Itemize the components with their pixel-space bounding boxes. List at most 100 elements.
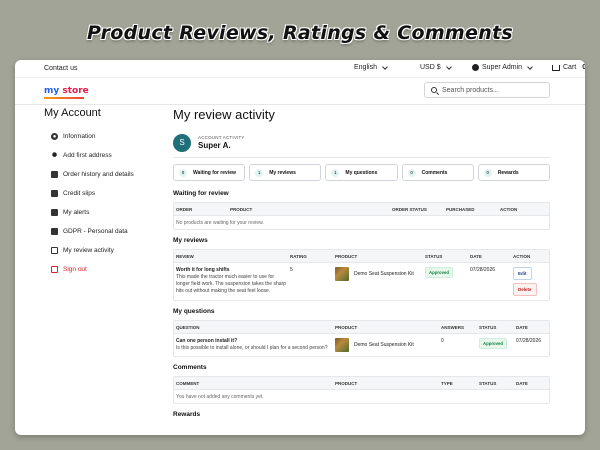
column-header: PRODUCT (335, 380, 358, 386)
comments-table: COMMENT PRODUCT TYPE STATUS DATE You hav… (173, 376, 550, 404)
product-name: Demo Seat Suspension Kit (354, 271, 414, 277)
activity-tabs: 0 Waiting for review 1 My reviews 1 My q… (173, 164, 551, 181)
tab-count: 1 (255, 168, 264, 177)
question-title: Can one person install it? (176, 338, 238, 344)
question-body: Is this possible to install alone, or sh… (176, 345, 328, 351)
status-cell: Approved (477, 338, 514, 352)
receipt-icon (51, 190, 58, 197)
language-select[interactable]: English (354, 63, 408, 71)
user-circle-icon: ● (51, 133, 58, 140)
sidebar-item-credit-slips[interactable]: Credit slips (44, 184, 159, 203)
waiting-table: ORDER PRODUCT ORDER STATUS PURCHASED ACT… (173, 202, 550, 230)
account-box-icon (51, 228, 58, 235)
column-header: ANSWERS (441, 324, 465, 330)
column-header: REVIEW (176, 253, 194, 259)
column-header: PRODUCT (335, 324, 358, 330)
column-header: COMMENT (176, 380, 200, 386)
logo-store: store (62, 86, 89, 96)
section-title-rewards: Rewards (173, 411, 201, 418)
status-cell: Approved (423, 267, 468, 296)
table-header: QUESTION PRODUCT ANSWERS STATUS DATE (174, 321, 549, 334)
product-thumbnail (335, 338, 349, 352)
sidebar-item-gdpr[interactable]: GDPR - Personal data (44, 222, 159, 241)
logo-my: my (44, 86, 60, 96)
mail-icon (51, 209, 58, 216)
review-date: 07/28/2026 (470, 267, 496, 273)
language-label: English (354, 64, 377, 71)
review-cell: Worth it for long shifts This made the t… (174, 267, 288, 296)
avatar: S (173, 133, 191, 152)
account-sidebar: My Account ● Information ⯃ Add first add… (44, 107, 159, 279)
tab-count: 0 (483, 168, 492, 177)
tab-label: My questions (345, 169, 378, 176)
user-name: Super Admin (482, 64, 523, 71)
column-header: PURCHASED (446, 206, 475, 212)
search-input[interactable]: Search products... (424, 82, 550, 98)
column-header: PRODUCT (335, 253, 358, 259)
review-title: Worth it for long shifts (176, 267, 230, 273)
cart-icon (552, 64, 560, 71)
product-cell[interactable]: Demo Seat Suspension Kit (333, 267, 423, 296)
delete-button[interactable]: Delete (513, 283, 537, 296)
column-header: ACTION (500, 206, 518, 212)
sidebar-item-label: Information (63, 133, 96, 140)
column-header: QUESTION (176, 324, 200, 330)
sidebar-item-add-address[interactable]: ⯃ Add first address (44, 146, 159, 165)
table-header: COMMENT PRODUCT TYPE STATUS DATE (174, 377, 549, 390)
cart-count: 0 (582, 64, 585, 71)
edit-button[interactable]: Edit (513, 267, 532, 280)
reviews-table: REVIEW RATING PRODUCT STATUS DATE ACTION… (173, 249, 550, 301)
sidebar-item-alerts[interactable]: My alerts (44, 203, 159, 222)
tab-rewards[interactable]: 0 Rewards (477, 164, 551, 181)
rating-value: 5 (290, 267, 293, 273)
tab-waiting-for-review[interactable]: 0 Waiting for review (173, 164, 246, 181)
column-header: RATING (290, 253, 307, 259)
logo-underline (44, 97, 84, 99)
sign-out-icon (51, 266, 58, 273)
chevron-down-icon (382, 63, 388, 70)
tab-comments[interactable]: 0 Comments (401, 164, 474, 181)
page-title: My review activity (173, 107, 275, 122)
column-header: ACTION (513, 253, 531, 259)
tab-label: Waiting for review (193, 169, 236, 176)
sidebar-item-review-activity[interactable]: My review activity (44, 241, 159, 260)
tab-label: My reviews (269, 169, 296, 176)
status-badge: Approved (479, 338, 508, 349)
cart-button[interactable]: Cart 0 (552, 64, 585, 71)
tab-my-reviews[interactable]: 1 My reviews (249, 164, 322, 181)
header: my store Search products... (15, 78, 585, 105)
store-window: Contact us English USD $ Super Admin Car… (15, 60, 585, 435)
sidebar-item-label: My review activity (63, 247, 114, 254)
column-header: DATE (516, 324, 528, 330)
sidebar-item-sign-out[interactable]: Sign out (44, 260, 159, 279)
sidebar-item-order-history[interactable]: Order history and details (44, 165, 159, 184)
product-thumbnail (335, 267, 349, 281)
column-header: STATUS (479, 324, 497, 330)
column-header: ORDER (176, 206, 193, 212)
answers-count: 0 (441, 338, 444, 344)
column-header: PRODUCT (230, 206, 253, 212)
sidebar-item-label: Credit slips (63, 190, 96, 197)
sidebar-item-label: Add first address (63, 152, 112, 159)
sidebar-item-information[interactable]: ● Information (44, 127, 159, 146)
section-title-comments: Comments (173, 364, 207, 371)
store-logo[interactable]: my store (44, 86, 89, 96)
tab-my-questions[interactable]: 1 My questions (325, 164, 398, 181)
chevron-down-icon (445, 63, 452, 70)
section-title-waiting: Waiting for review (173, 190, 229, 197)
table-header: ORDER PRODUCT ORDER STATUS PURCHASED ACT… (174, 203, 549, 216)
table-row: Can one person install it? Is this possi… (174, 334, 549, 356)
contact-link[interactable]: Contact us (44, 65, 77, 72)
question-date: 07/28/2026 (516, 338, 542, 344)
sidebar-title: My Account (44, 107, 101, 119)
user-menu[interactable]: Super Admin (472, 63, 540, 71)
sidebar-item-label: Sign out (63, 266, 87, 273)
column-header: STATUS (425, 253, 443, 259)
sidebar-item-label: Order history and details (63, 171, 134, 178)
tab-label: Rewards (497, 169, 519, 176)
currency-label: USD $ (420, 64, 441, 71)
empty-message: You have not added any comments yet. (176, 393, 264, 400)
product-cell[interactable]: Demo Seat Suspension Kit (333, 338, 439, 352)
tab-label: Comments (421, 169, 448, 176)
currency-select[interactable]: USD $ (420, 63, 460, 71)
